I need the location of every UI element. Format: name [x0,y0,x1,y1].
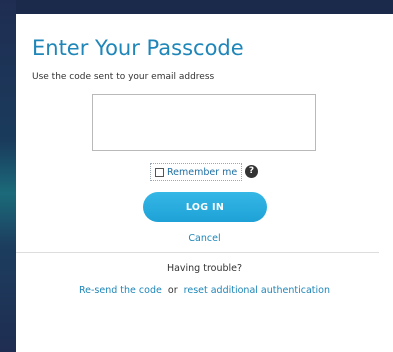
help-icon[interactable]: ? [245,165,258,178]
reset-authentication-link[interactable]: reset additional authentication [184,285,330,296]
remember-me-label: Remember me [167,166,238,178]
trouble-heading: Having trouble? [166,263,243,274]
help-links: Re-send the code or reset additional aut… [16,285,393,296]
page-background-top [0,0,393,14]
resend-code-link[interactable]: Re-send the code [79,285,162,296]
divider [16,252,379,253]
passcode-input[interactable] [92,94,316,151]
instruction-text: Use the code sent to your email address [32,72,215,82]
or-text: or [164,285,181,296]
passcode-card: Enter Your Passcode Use the code sent to… [16,14,393,352]
remember-me-checkbox[interactable]: Remember me [150,163,243,181]
page-background-edge [0,0,16,352]
page-title: Enter Your Passcode [32,36,244,60]
checkbox-box[interactable] [155,167,164,177]
login-button[interactable]: LOG IN [143,192,267,222]
cancel-link[interactable]: Cancel [16,233,393,244]
